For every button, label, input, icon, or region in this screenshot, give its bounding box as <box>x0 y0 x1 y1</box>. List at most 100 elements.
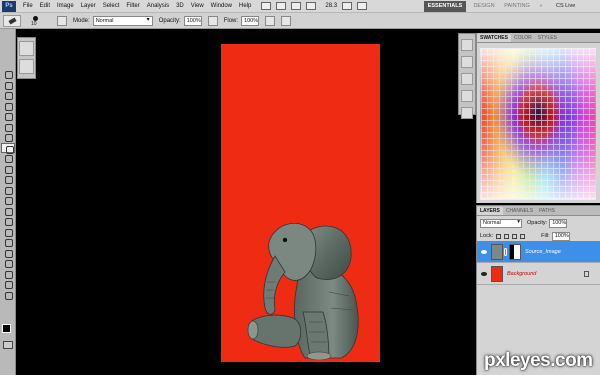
photoshop-logo: Ps <box>2 0 16 12</box>
lock-all-icon[interactable] <box>520 233 526 239</box>
visibility-eye-icon[interactable] <box>480 248 488 256</box>
menu-3d[interactable]: 3D <box>176 3 184 9</box>
pressure-opacity-icon[interactable] <box>207 15 218 26</box>
tab-layers[interactable]: LAYERS <box>477 207 503 215</box>
tab-color[interactable]: COLOR <box>511 34 535 42</box>
document-canvas[interactable] <box>221 44 380 362</box>
tab-styles[interactable]: STYLES <box>535 34 560 42</box>
eraser-tool-icon[interactable] <box>1 174 15 185</box>
menu-edit[interactable]: Edit <box>40 3 50 9</box>
menu-file[interactable]: File <box>23 3 33 9</box>
lock-transparency-icon[interactable] <box>496 233 502 239</box>
menu-layer[interactable]: Layer <box>81 3 96 9</box>
brush-panel-toggle-icon[interactable] <box>57 15 67 26</box>
menu-view[interactable]: View <box>191 3 204 9</box>
layer-thumbnail <box>491 265 503 282</box>
opacity-label: Opacity: <box>158 17 181 24</box>
zoom-tool-icon[interactable] <box>1 290 15 301</box>
foreground-color-swatch[interactable] <box>2 324 11 333</box>
3d-rotate-tool-icon[interactable] <box>1 258 15 269</box>
mode-label: Mode: <box>73 17 90 24</box>
clone-stamp-tool-icon[interactable] <box>1 153 15 164</box>
swatches-panel: SWATCHES COLOR STYLES <box>476 33 600 203</box>
tab-swatches[interactable]: SWATCHES <box>477 34 511 42</box>
swatches-panel-tabs: SWATCHES COLOR STYLES <box>477 33 600 43</box>
history-panel-icon[interactable] <box>461 39 473 51</box>
layers-panel-tabs: LAYERS CHANNELS PATHS <box>477 206 600 216</box>
tab-paths[interactable]: PATHS <box>536 207 558 215</box>
blend-mode-select[interactable]: Normal <box>480 218 522 228</box>
spot-healing-tool-icon[interactable] <box>1 132 15 143</box>
screen-mode-icon[interactable] <box>357 2 368 10</box>
workspace-design[interactable]: DESIGN <box>470 1 498 12</box>
visibility-eye-icon[interactable] <box>480 270 488 278</box>
watermark: pxleyes.com <box>484 350 593 371</box>
menu-analysis[interactable]: Analysis <box>147 3 169 9</box>
lock-position-icon[interactable] <box>512 233 518 239</box>
menu-window[interactable]: Window <box>211 3 232 9</box>
move-tool-icon[interactable] <box>1 69 15 80</box>
menu-image[interactable]: Image <box>57 3 74 9</box>
mini-bridge-icon[interactable] <box>276 2 287 10</box>
brush-preset-picker[interactable]: 10 <box>29 15 51 27</box>
airbrush-icon[interactable] <box>265 15 276 26</box>
menu-bar: Ps File Edit Image Layer Select Filter A… <box>0 0 600 13</box>
layer-opacity-label: Opacity: <box>527 220 548 226</box>
layer-name: Source_Image <box>525 248 561 255</box>
tool-preset-picker[interactable] <box>3 14 21 27</box>
opacity-input[interactable]: 100% <box>183 15 202 26</box>
flow-input[interactable]: 100% <box>241 15 260 26</box>
mode-select[interactable]: Normal <box>92 15 153 26</box>
menu-select[interactable]: Select <box>103 3 120 9</box>
crop-tool-icon[interactable] <box>1 111 15 122</box>
fill-label: Fill: <box>541 233 550 239</box>
hand-icon[interactable] <box>291 2 302 10</box>
lock-pixels-icon[interactable] <box>504 233 510 239</box>
brush-size-value: 10 <box>31 20 37 27</box>
brush-presets-icon[interactable] <box>19 59 34 74</box>
shape-tool-icon[interactable] <box>1 248 15 259</box>
quick-mask-icon[interactable] <box>3 341 13 349</box>
brush-tool-icon[interactable] <box>1 142 15 153</box>
layer-opacity-input[interactable]: 100% <box>549 218 568 228</box>
hand-tool-icon[interactable] <box>1 279 15 290</box>
lasso-tool-icon[interactable] <box>1 90 15 101</box>
zoom-level[interactable]: 28.3 <box>325 3 337 9</box>
tool-presets-icon[interactable] <box>19 41 34 56</box>
blur-tool-icon[interactable] <box>1 195 15 206</box>
layer-row-background[interactable]: Background <box>477 263 600 285</box>
paragraph-panel-icon[interactable] <box>461 56 473 68</box>
zoom-tool-icon[interactable] <box>306 2 317 10</box>
pressure-size-icon[interactable] <box>281 15 292 26</box>
type-tool-icon[interactable] <box>1 227 15 238</box>
flow-label: Flow: <box>223 17 239 24</box>
dodge-tool-icon[interactable] <box>1 206 15 217</box>
mask-link-icon[interactable] <box>504 247 507 256</box>
3d-orbit-tool-icon[interactable] <box>1 269 15 280</box>
menu-filter[interactable]: Filter <box>126 3 139 9</box>
history-brush-tool-icon[interactable] <box>1 164 15 175</box>
fill-input[interactable]: 100% <box>551 231 570 241</box>
workspace-essentials[interactable]: ESSENTIALS <box>424 1 466 12</box>
character-panel-icon[interactable] <box>461 73 473 85</box>
marquee-tool-icon[interactable] <box>1 80 15 91</box>
eyedropper-tool-icon[interactable] <box>1 122 15 133</box>
gradient-tool-icon[interactable] <box>1 185 15 196</box>
menu-help[interactable]: Help <box>239 3 251 9</box>
arrange-documents-icon[interactable] <box>342 2 353 10</box>
layer-mask-thumbnail[interactable] <box>509 243 521 260</box>
navigator-panel-icon[interactable] <box>461 90 473 102</box>
layer-name: Background <box>507 270 537 277</box>
lock-label: Lock: <box>480 233 494 239</box>
cs-live-button[interactable]: CS Live <box>556 1 575 12</box>
path-selection-tool-icon[interactable] <box>1 237 15 248</box>
tab-channels[interactable]: CHANNELS <box>503 207 536 215</box>
elephant-image <box>247 222 359 360</box>
quick-selection-tool-icon[interactable] <box>1 101 15 112</box>
workspace-painting[interactable]: PAINTING <box>502 1 532 12</box>
bridge-icon[interactable] <box>261 2 272 10</box>
layer-row-source-image[interactable]: Source_Image <box>477 241 600 263</box>
info-panel-icon[interactable] <box>461 107 473 119</box>
workspace-more-button[interactable]: » <box>536 1 546 12</box>
pen-tool-icon[interactable] <box>1 216 15 227</box>
